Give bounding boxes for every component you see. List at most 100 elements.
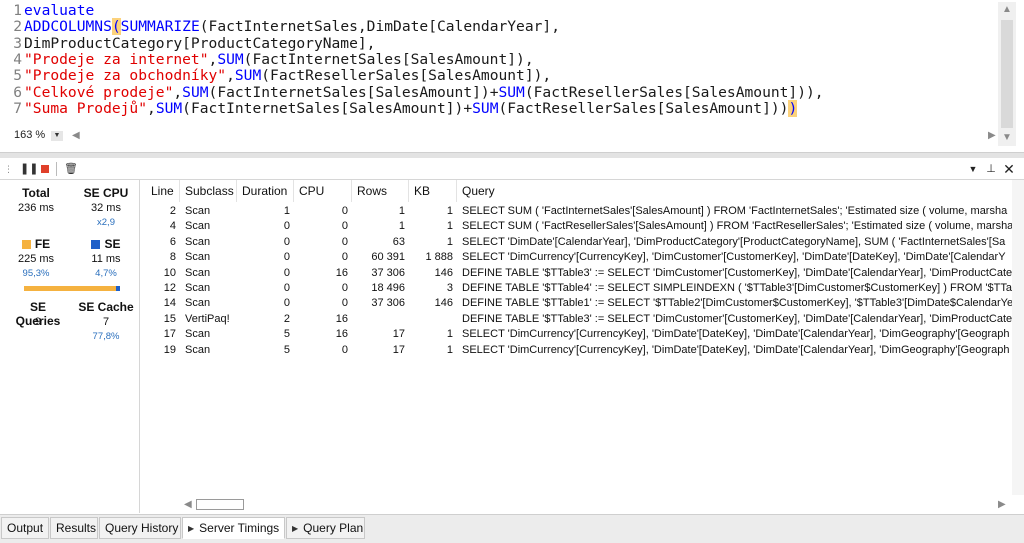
scroll-left-icon[interactable]: ◀ bbox=[72, 131, 80, 141]
chevron-down-icon[interactable]: ▼ bbox=[966, 162, 980, 176]
code-text: , bbox=[226, 67, 235, 84]
se-queries-value: 9 bbox=[34, 316, 42, 328]
cell-subclass: Scan bbox=[185, 282, 211, 294]
cell-rows: 37 306 bbox=[371, 297, 405, 310]
code-keyword: SUM bbox=[155, 100, 183, 117]
tab-query-history[interactable]: Query History bbox=[99, 517, 181, 539]
code-line[interactable]: 1 evaluate bbox=[0, 2, 1000, 19]
cell-rows bbox=[352, 312, 409, 327]
se-cpu-ratio: x2,9 bbox=[97, 217, 115, 228]
bottom-tab-bar: Output Results Query History ▶ Server Timing… bbox=[0, 514, 1024, 543]
se-cpu-label: SE CPU bbox=[83, 186, 129, 200]
line-number: 6 bbox=[13, 84, 22, 101]
scroll-left-icon[interactable]: ◀ bbox=[184, 500, 192, 510]
tab-output[interactable]: Output bbox=[1, 517, 49, 539]
column-header-subclass[interactable]: Subclass bbox=[180, 180, 237, 202]
code-keyword: SUM bbox=[182, 84, 209, 101]
column-header-duration[interactable]: Duration bbox=[237, 180, 294, 202]
scroll-down-icon[interactable]: ▼ bbox=[1002, 133, 1012, 143]
cell-query: SELECT SUM ( 'FactResellerSales'[SalesAm… bbox=[462, 220, 1012, 233]
code-text: (FactResellerSales[SalesAmount])) bbox=[498, 100, 789, 117]
tab-label: Query Plan bbox=[303, 521, 364, 535]
cell-line: 10 bbox=[163, 266, 176, 279]
scroll-up-icon[interactable]: ▲ bbox=[1002, 5, 1012, 15]
table-row[interactable]: 14 Scan 0 0 37 306 146 DEFINE TABLE '$TTable1'… bbox=[146, 296, 1012, 311]
code-text: (FactResellerSales[SalesAmount])), bbox=[524, 84, 824, 101]
cell-line: 14 bbox=[163, 297, 176, 310]
query-editor[interactable]: 1 evaluate 2 ADDCOLUMNS(SUMMARIZE(FactInter… bbox=[0, 0, 1024, 152]
tab-server-timings[interactable]: ▶ Server Timings bbox=[182, 517, 285, 539]
code-line[interactable]: 4 "Prodeje za internet",SUM(FactInternetS… bbox=[0, 51, 1000, 68]
line-number: 5 bbox=[13, 67, 22, 84]
column-header-kb[interactable]: KB bbox=[409, 180, 457, 202]
editor-horizontal-scrollbar[interactable]: ◀ ▶ bbox=[70, 129, 998, 143]
code-string: "Celkové prodeje" bbox=[24, 84, 174, 101]
column-header-line[interactable]: Line bbox=[146, 180, 180, 202]
code-text: (FactInternetSales,DimDate[CalendarYear]… bbox=[199, 18, 560, 35]
close-icon[interactable]: ✕ bbox=[1002, 162, 1016, 176]
pause-icon[interactable]: ❚❚ bbox=[20, 162, 38, 176]
table-row[interactable]: 10 Scan 0 16 37 306 146 DEFINE TABLE '$TTable3… bbox=[146, 266, 1012, 281]
toolbar-divider bbox=[56, 162, 57, 176]
code-text: , bbox=[147, 100, 156, 117]
tab-query-plan[interactable]: ▶ Query Plan bbox=[286, 517, 365, 539]
cell-rows: 18 496 bbox=[371, 282, 405, 294]
code-line[interactable]: 2 ADDCOLUMNS(SUMMARIZE(FactInternetSales,… bbox=[0, 18, 1000, 35]
table-row[interactable]: 4 Scan 0 0 1 1 SELECT SUM ( 'FactResellerSales… bbox=[146, 219, 1012, 234]
cell-duration: 0 bbox=[283, 297, 290, 310]
table-row[interactable]: 6 Scan 0 0 63 1 SELECT 'DimDate'[CalendarYear]… bbox=[146, 235, 1012, 250]
se-legend-swatch bbox=[91, 240, 101, 249]
scroll-right-icon[interactable]: ▶ bbox=[998, 500, 1006, 510]
cell-duration: 5 bbox=[283, 343, 290, 356]
table-row[interactable]: 19 Scan 5 0 17 1 SELECT 'DimCurrency'[Currency… bbox=[146, 343, 1012, 358]
tab-label: Results bbox=[56, 521, 97, 535]
cell-cpu: 0 bbox=[341, 235, 348, 248]
cell-rows: 63 bbox=[392, 235, 405, 248]
table-row[interactable]: 12 Scan 0 0 18 496 3 DEFINE TABLE '$TTable4' :… bbox=[146, 281, 1012, 296]
grid-vertical-scrollbar[interactable] bbox=[1012, 180, 1024, 495]
fe-label-text: FE bbox=[34, 237, 51, 251]
chevron-down-icon[interactable]: ▼ bbox=[51, 131, 63, 141]
cell-subclass: Scan bbox=[185, 328, 211, 341]
grid-header: Line Subclass Duration CPU Rows KB Query bbox=[146, 180, 1012, 202]
cell-kb: 1 bbox=[446, 343, 453, 356]
grid-horizontal-scrollbar[interactable]: ◀ ▶ bbox=[182, 496, 1012, 513]
pin-icon[interactable]: ⊥ bbox=[984, 162, 998, 176]
code-line[interactable]: 5 "Prodeje za obchodníky",SUM(FactReselle… bbox=[0, 67, 1000, 84]
cell-kb: 146 bbox=[434, 297, 453, 310]
column-header-rows[interactable]: Rows bbox=[352, 180, 409, 202]
editor-vertical-scrollbar[interactable]: ▲ ▼ bbox=[998, 2, 1016, 146]
code-line[interactable]: 6 "Celkové prodeje",SUM(FactInternetSales… bbox=[0, 84, 1000, 101]
table-row[interactable]: 2 Scan 1 0 1 1 SELECT SUM ( 'FactInternetSales… bbox=[146, 204, 1012, 219]
cell-subclass: Scan bbox=[185, 343, 211, 356]
cell-kb bbox=[409, 312, 457, 327]
grip-icon[interactable]: ⋮ bbox=[4, 162, 13, 176]
table-row[interactable]: 17 Scan 5 16 17 1 SELECT 'DimCurrency'[Currenc… bbox=[146, 327, 1012, 342]
cell-kb: 1 bbox=[446, 220, 453, 233]
column-header-cpu[interactable]: CPU bbox=[294, 180, 352, 202]
cell-query: DEFINE TABLE '$TTable1' := SELECT '$TTab… bbox=[462, 297, 1012, 310]
code-line[interactable]: 3 DimProductCategory[ProductCategoryName]… bbox=[0, 35, 1000, 52]
column-header-query[interactable]: Query bbox=[457, 180, 1012, 202]
stop-icon[interactable] bbox=[38, 162, 52, 176]
cell-subclass: Scan bbox=[185, 220, 211, 233]
tab-results[interactable]: Results bbox=[50, 517, 98, 539]
tab-label: Query History bbox=[105, 521, 179, 535]
table-row[interactable]: 8 Scan 0 0 60 391 1 888 SELECT 'DimCurrency'[C… bbox=[146, 250, 1012, 265]
grid-scroll-thumb[interactable] bbox=[196, 499, 244, 510]
cell-line: 2 bbox=[169, 205, 176, 217]
trash-icon[interactable]: 🗑 bbox=[64, 162, 78, 176]
code-keyword: evaluate bbox=[24, 2, 95, 19]
cell-line: 17 bbox=[163, 328, 176, 341]
cell-query: SELECT SUM ( 'FactInternetSales'[SalesAm… bbox=[462, 205, 1008, 217]
scroll-right-icon[interactable]: ▶ bbox=[988, 131, 996, 141]
table-row[interactable]: 15 VertiPaq! 2 16 DEFINE TABLE '$TTable3' :=… bbox=[146, 312, 1012, 327]
server-timings-grid[interactable]: Line Subclass Duration CPU Rows KB Query… bbox=[146, 180, 1012, 495]
code-keyword: SUM bbox=[472, 100, 499, 117]
editor-scroll-thumb[interactable] bbox=[1001, 20, 1013, 128]
cell-duration: 1 bbox=[283, 205, 290, 217]
code-keyword: SUM bbox=[234, 67, 262, 84]
code-line[interactable]: 7 "Suma Prodejů",SUM(FactInternetSales[Sa… bbox=[0, 100, 1000, 117]
cell-kb: 1 888 bbox=[425, 251, 453, 264]
cell-line: 4 bbox=[169, 220, 176, 233]
